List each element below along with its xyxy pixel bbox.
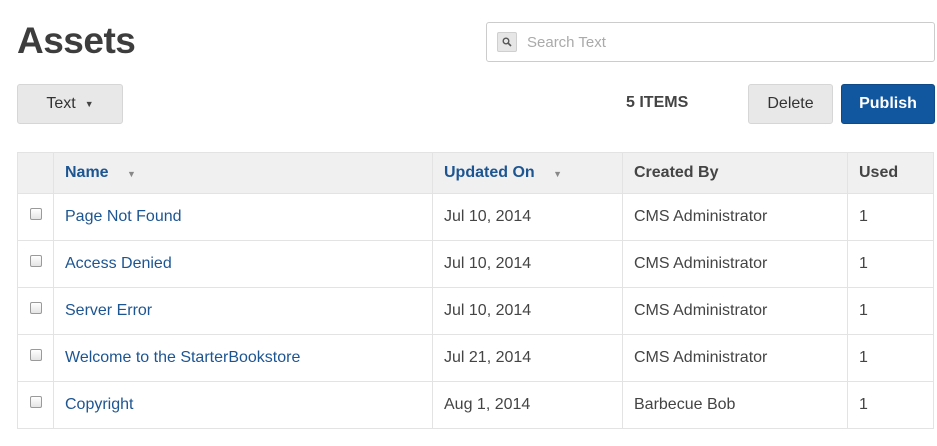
row-checkbox[interactable] [29,301,42,314]
used-cell: 1 [847,381,934,429]
sort-desc-icon[interactable]: ▼ [127,169,136,179]
table-row[interactable]: Server Error Jul 10, 2014 CMS Administra… [17,287,934,335]
select-column-header [17,152,54,194]
row-checkbox[interactable] [29,395,42,408]
search-box[interactable] [486,22,935,62]
sort-desc-icon[interactable]: ▼ [553,169,562,179]
row-select-cell [17,287,54,335]
used-cell: 1 [847,287,934,335]
asset-name-link[interactable]: Access Denied [65,255,172,272]
row-select-cell [17,334,54,382]
table-row[interactable]: Welcome to the StarterBookstore Jul 21, … [17,334,934,382]
search-input[interactable] [527,27,934,57]
created-by-cell: CMS Administrator [622,193,848,241]
publish-button[interactable]: Publish [841,84,935,124]
name-column-header[interactable]: Name ▼ [53,152,433,194]
type-filter-dropdown[interactable]: Text ▼ [17,84,123,124]
created-by-cell: CMS Administrator [622,334,848,382]
created-by-cell: CMS Administrator [622,240,848,288]
chevron-down-icon: ▼ [84,99,94,109]
row-select-cell [17,240,54,288]
used-cell: 1 [847,193,934,241]
table-header-row: Name ▼ Updated On ▼ Created By Used [17,152,934,194]
updated-on-cell: Jul 10, 2014 [432,287,623,335]
row-select-cell [17,381,54,429]
updated-on-cell: Aug 1, 2014 [432,381,623,429]
table-row[interactable]: Copyright Aug 1, 2014 Barbecue Bob 1 [17,381,934,429]
page-title: Assets [17,20,136,61]
updated-on-column-label: Updated On [444,164,535,181]
created-by-cell: CMS Administrator [622,287,848,335]
used-column-header: Used [847,152,934,194]
table-row[interactable]: Access Denied Jul 10, 2014 CMS Administr… [17,240,934,288]
asset-name-link[interactable]: Server Error [65,302,152,319]
row-checkbox[interactable] [29,348,42,361]
updated-on-column-header[interactable]: Updated On ▼ [432,152,623,194]
name-column-label: Name [65,164,109,181]
updated-on-cell: Jul 10, 2014 [432,240,623,288]
type-filter-label: Text [46,95,76,112]
table-row[interactable]: Page Not Found Jul 10, 2014 CMS Administ… [17,193,934,241]
assets-table: Name ▼ Updated On ▼ Created By Used Page… [17,152,934,429]
updated-on-cell: Jul 10, 2014 [432,193,623,241]
search-icon[interactable] [497,32,517,52]
row-select-cell [17,193,54,241]
used-cell: 1 [847,240,934,288]
created-by-cell: Barbecue Bob [622,381,848,429]
name-cell: Page Not Found [53,193,433,241]
name-cell: Access Denied [53,240,433,288]
row-checkbox[interactable] [29,254,42,267]
created-by-column-header: Created By [622,152,848,194]
used-cell: 1 [847,334,934,382]
asset-name-link[interactable]: Welcome to the StarterBookstore [65,349,300,366]
name-cell: Copyright [53,381,433,429]
updated-on-cell: Jul 21, 2014 [432,334,623,382]
asset-name-link[interactable]: Copyright [65,396,133,413]
row-checkbox[interactable] [29,207,42,220]
name-cell: Welcome to the StarterBookstore [53,334,433,382]
delete-button[interactable]: Delete [748,84,833,124]
name-cell: Server Error [53,287,433,335]
item-count: 5 ITEMS [626,94,689,111]
asset-name-link[interactable]: Page Not Found [65,208,182,225]
